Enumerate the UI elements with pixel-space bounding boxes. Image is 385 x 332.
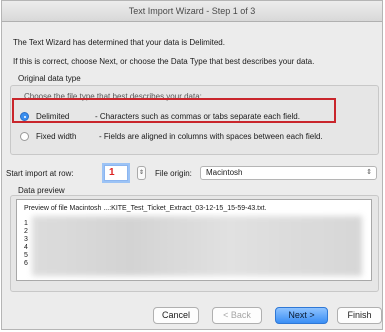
- text-import-wizard-window: Text Import Wizard - Step 1 of 3 The Tex…: [1, 0, 383, 330]
- file-origin-select[interactable]: Macintosh ⇕: [200, 166, 377, 180]
- preview-row-number: 1: [24, 220, 28, 227]
- start-row-input[interactable]: 1: [104, 165, 128, 181]
- preview-header: Preview of file Macintosh ...:KITE_Test_…: [24, 205, 267, 212]
- cancel-button[interactable]: Cancel: [153, 307, 199, 324]
- intro-line-2: If this is correct, choose Next, or choo…: [13, 57, 315, 66]
- select-arrows-icon: ⇕: [366, 169, 372, 176]
- preview-row-number: 6: [24, 260, 28, 267]
- preview-row-number: 3: [24, 236, 28, 243]
- original-data-type-label: Original data type: [18, 74, 81, 83]
- start-row-label: Start import at row:: [6, 169, 74, 178]
- fixed-width-label[interactable]: Fixed width: [36, 132, 76, 141]
- file-origin-value: Macintosh: [206, 168, 243, 177]
- window-title: Text Import Wizard - Step 1 of 3: [2, 1, 382, 22]
- finish-button[interactable]: Finish: [337, 307, 382, 324]
- file-origin-label: File origin:: [155, 169, 192, 178]
- fixed-width-description: - Fields are aligned in columns with spa…: [99, 132, 323, 141]
- preview-row-number: 4: [24, 244, 28, 251]
- delimited-highlight-box: [12, 98, 336, 123]
- back-button[interactable]: < Back: [212, 307, 262, 324]
- data-preview-label: Data preview: [18, 186, 65, 195]
- intro-line-1: The Text Wizard has determined that your…: [13, 38, 225, 47]
- start-row-stepper[interactable]: ⇕: [137, 166, 146, 180]
- preview-row-number: 2: [24, 228, 28, 235]
- fixed-width-radio[interactable]: [20, 132, 29, 141]
- next-button[interactable]: Next >: [275, 307, 328, 324]
- preview-row-number: 5: [24, 252, 28, 259]
- blurred-preview-content: [32, 216, 362, 276]
